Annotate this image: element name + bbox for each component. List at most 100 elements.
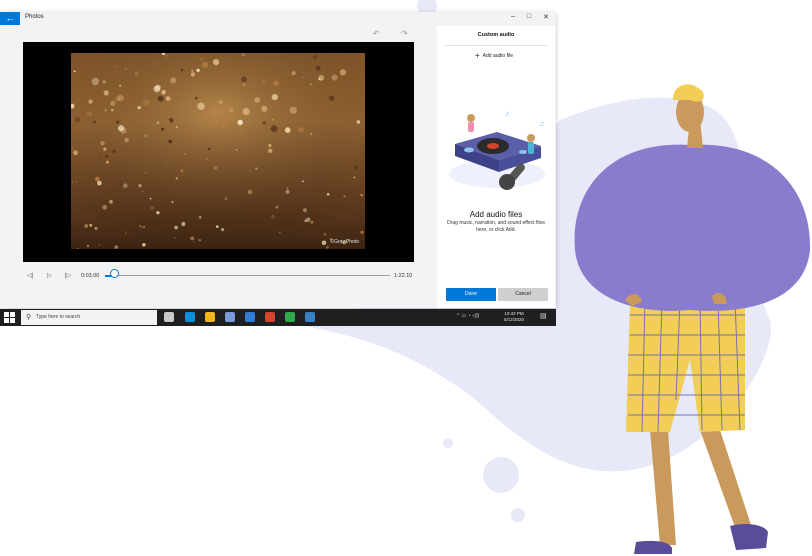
close-button[interactable]: ✕ [539, 13, 553, 21]
previous-frame-icon[interactable]: ◁| [27, 272, 33, 279]
custom-audio-panel: Custom audio + Add audio file ♪ ♫ Add aud… [437, 26, 555, 308]
soil-speck [272, 118, 274, 121]
taskbar-clock[interactable]: 10:42 PM 5/12/2020 [504, 311, 524, 323]
edge-icon[interactable] [185, 312, 195, 322]
notification-icon[interactable]: ▤ [540, 312, 547, 320]
window-title: Photos [25, 14, 44, 20]
soil-speck [190, 236, 195, 241]
soil-speck [111, 109, 114, 112]
soil-speck [175, 126, 178, 129]
soil-speck [331, 74, 338, 81]
mail-icon[interactable] [245, 312, 255, 322]
soil-speck [240, 134, 243, 136]
soil-speck [275, 205, 279, 209]
play-icon[interactable]: ▷ [47, 272, 52, 279]
soil-speck [103, 90, 109, 96]
soil-speck [144, 134, 148, 138]
add-audio-file-label: Add audio file [482, 53, 513, 59]
chrome-icon[interactable] [285, 312, 295, 322]
soil-speck [168, 139, 173, 144]
soil-speck [170, 77, 177, 84]
soil-speck [237, 119, 243, 126]
soil-speck [171, 201, 174, 203]
seek-bar-thumb[interactable] [110, 269, 120, 278]
soil-speck [190, 72, 195, 77]
soil-speck [116, 120, 120, 124]
cancel-button[interactable]: Cancel [498, 288, 548, 301]
windows-start-icon[interactable] [4, 312, 15, 323]
soil-speck [71, 181, 74, 183]
soil-speck [202, 61, 209, 68]
store-icon[interactable] [225, 312, 235, 322]
soil-speck [74, 116, 81, 123]
soil-speck [173, 237, 176, 239]
minimize-button[interactable]: – [506, 13, 520, 20]
task-view-icon[interactable] [164, 312, 174, 322]
soil-image [71, 53, 365, 249]
undo-icon[interactable]: ↶ [373, 29, 380, 38]
taskbar-search[interactable]: ⚲ Type here to search [21, 310, 157, 325]
taskbar: ⚲ Type here to search ⌃ ▭ ◔ ◁)) 10:42 PM… [0, 309, 556, 326]
next-frame-icon[interactable]: |▷ [65, 272, 71, 279]
panel-title: Custom audio [477, 32, 515, 38]
soil-speck [100, 141, 105, 146]
add-audio-file-button[interactable]: + Add audio file [475, 51, 513, 60]
soil-speck [73, 70, 76, 73]
soil-speck [254, 97, 261, 103]
soil-speck [71, 223, 73, 226]
seek-bar[interactable] [105, 269, 390, 278]
soil-speck [109, 199, 113, 204]
soil-speck [89, 223, 93, 227]
soil-speck [142, 225, 146, 229]
soil-speck [102, 204, 108, 210]
soil-speck [152, 149, 154, 151]
soil-speck [142, 243, 146, 247]
photos-window: ← Photos – □ ✕ ↶ ↷ ©Gray.Photo ◁| ▷ |▷ 0… [0, 12, 556, 308]
panel-divider [445, 45, 547, 46]
soil-speck [241, 76, 247, 83]
soil-speck [312, 54, 318, 60]
soil-speck [261, 105, 268, 112]
soil-speck [310, 220, 314, 224]
maximize-button[interactable]: □ [522, 13, 536, 20]
soil-speck [228, 107, 234, 113]
soil-speck [243, 83, 246, 86]
soil-speck [360, 194, 363, 197]
soil-speck [302, 180, 304, 183]
soil-speck [175, 177, 178, 180]
video-frame: ©Gray.Photo [71, 53, 365, 249]
redo-icon[interactable]: ↷ [401, 29, 408, 38]
soil-speck [329, 95, 335, 101]
soil-speck [206, 158, 208, 160]
soil-speck [75, 180, 77, 182]
back-arrow-icon[interactable]: ← [0, 12, 20, 25]
svg-text:♪: ♪ [505, 109, 509, 118]
soil-speck [114, 245, 119, 249]
soil-speck [261, 80, 266, 85]
soil-speck [223, 112, 226, 115]
soil-speck [197, 102, 205, 110]
soil-speck [315, 65, 321, 71]
photos-icon[interactable] [305, 312, 315, 322]
file-explorer-icon[interactable] [205, 312, 215, 322]
plus-icon: + [475, 51, 480, 60]
soil-speck [105, 160, 109, 164]
drop-title: Add audio files [469, 210, 523, 219]
done-button[interactable]: Done [446, 288, 496, 301]
search-icon: ⚲ [26, 314, 32, 321]
soil-speck [291, 71, 296, 76]
soil-speck [196, 68, 200, 72]
system-tray-icons[interactable]: ⌃ ▭ ◔ ◁)) [456, 313, 479, 319]
soil-speck [125, 68, 127, 70]
soil-speck [198, 239, 201, 242]
soil-speck [117, 125, 125, 132]
soil-speck [356, 138, 358, 140]
clock-date: 5/12/2020 [504, 317, 525, 322]
soil-speck [73, 150, 78, 156]
soil-speck [149, 197, 152, 200]
video-preview[interactable]: ©Gray.Photo [23, 42, 414, 262]
office-icon[interactable] [265, 312, 275, 322]
soil-speck [207, 147, 211, 151]
soil-speck [353, 165, 358, 170]
soil-speck [326, 193, 330, 196]
